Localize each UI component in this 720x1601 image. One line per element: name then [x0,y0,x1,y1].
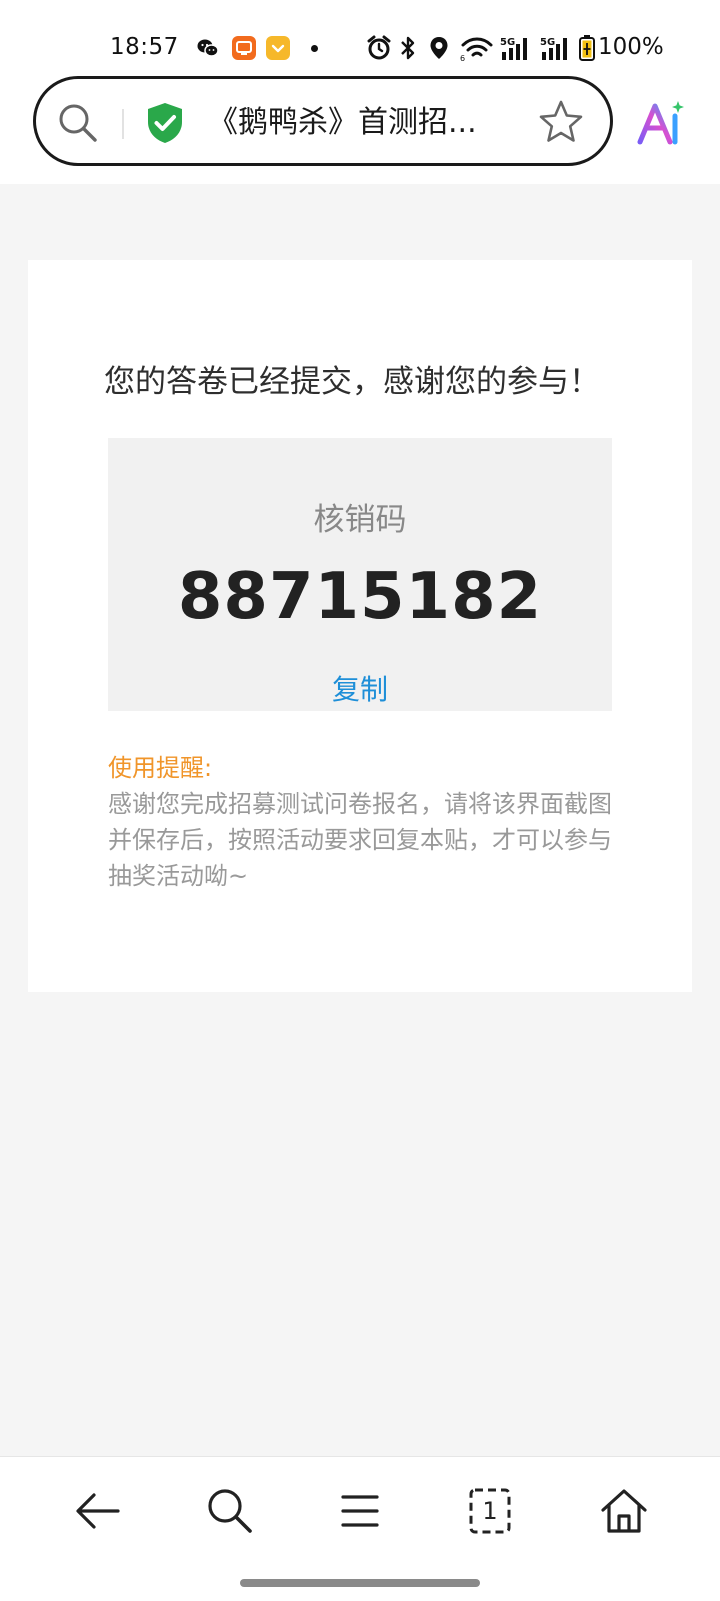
ai-assistant-icon[interactable] [636,98,688,148]
security-shield-icon[interactable] [144,101,186,145]
search-icon[interactable] [56,101,100,145]
redemption-code: 88715182 [177,560,543,634]
page-title[interactable]: 《鹅鸭杀》首测招... [208,104,528,142]
code-label: 核销码 [313,502,407,538]
svg-text:5G: 5G [540,37,555,48]
tabs-count: 1 [482,1497,498,1525]
reminder-title: 使用提醒: [108,754,213,782]
reminder-text: 感谢您完成招募测试问卷报名，请将该界面截图并保存后，按照活动要求回复本贴，才可以… [108,790,612,890]
signal-5g-icon: 5G [500,37,527,60]
battery-icon [579,35,595,61]
status-time: 18:57 [110,34,179,60]
svg-text:5G: 5G [500,37,515,48]
status-bar: 18:57 6 5G 5G 100% [0,0,720,76]
bluetooth-icon [401,36,415,60]
home-indicator[interactable] [240,1579,480,1587]
video-app-icon [232,36,256,60]
bottom-navigation: 1 [0,1456,720,1601]
notification-dot-icon [311,45,318,52]
alarm-icon [367,35,391,60]
tabs-button[interactable]: 1 [464,1485,516,1537]
wechat-icon [196,36,220,60]
signal-5g-icon-2: 5G [540,37,567,60]
search-icon[interactable] [204,1485,256,1537]
redemption-code-box: 核销码 88715182 复制 [108,438,612,711]
location-icon [430,37,448,59]
browser-top-bar: 《鹅鸭杀》首测招... [0,76,720,184]
wifi-icon: 6 [460,37,493,62]
copy-button[interactable]: 复制 [108,668,612,708]
bookmark-star-icon[interactable] [538,99,584,145]
back-arrow-icon[interactable] [72,1485,124,1537]
address-divider [122,109,124,139]
battery-percent: 100% [598,34,664,60]
submission-heading: 您的答卷已经提交，感谢您的参与！ [104,364,600,400]
address-bar[interactable]: 《鹅鸭杀》首测招... [33,76,613,166]
submission-card: 您的答卷已经提交，感谢您的参与！ 核销码 88715182 复制 使用提醒: 感… [28,260,692,992]
shopping-app-icon [266,36,290,60]
menu-icon[interactable] [334,1485,386,1537]
svg-text:6: 6 [460,54,465,62]
home-icon[interactable] [598,1485,650,1537]
